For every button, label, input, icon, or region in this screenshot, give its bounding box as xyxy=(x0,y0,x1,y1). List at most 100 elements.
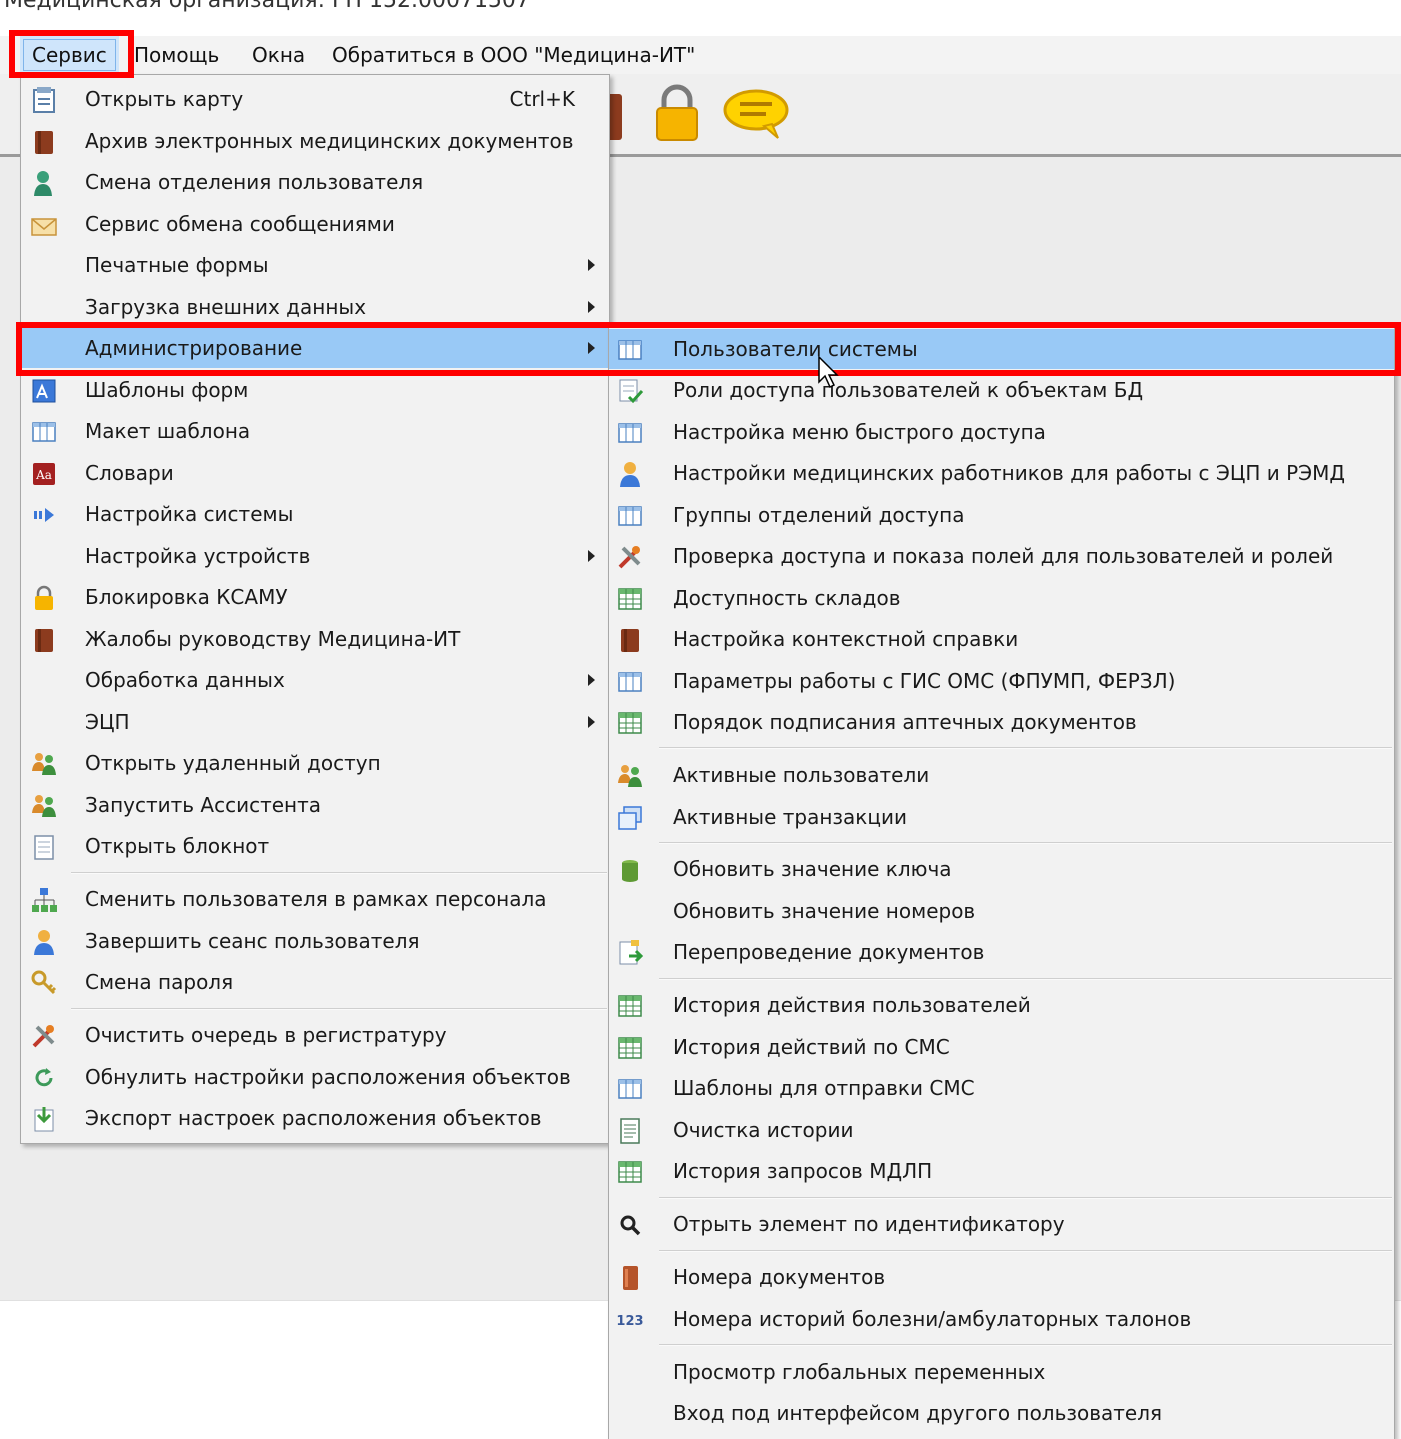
submenu-item-global-variables[interactable]: Просмотр глобальных переменных xyxy=(609,1352,1394,1392)
submenu-item-sms-history[interactable]: История действий по СМС xyxy=(609,1027,1394,1067)
menu-item-label: Экспорт настроек расположения объектов xyxy=(85,1106,542,1130)
menu-item-label: Архив электронных медицинских документов xyxy=(85,129,574,153)
menu-item-label: Обработка данных xyxy=(85,668,285,692)
grid-icon xyxy=(618,1079,642,1099)
shortcut-label: Ctrl+K xyxy=(509,87,575,111)
menu-item-label: Настройка контекстной справки xyxy=(673,627,1019,651)
menu-separator xyxy=(71,1008,607,1010)
menu-item-label: Сервис обмена сообщениями xyxy=(85,212,395,236)
menu-item-print-forms[interactable]: Печатные формы xyxy=(21,245,609,285)
menu-item-label: Печатные формы xyxy=(85,253,269,277)
service-menu: Открыть карту Ctrl+K Архив электронных м… xyxy=(20,74,610,1144)
lock-icon[interactable] xyxy=(652,82,702,144)
submenu-item-gis-oms[interactable]: Параметры работы с ГИС ОМС (ФПУМП, ФЕРЗЛ… xyxy=(609,661,1394,701)
submenu-item-context-help[interactable]: Настройка контекстной справки xyxy=(609,619,1394,659)
menu-item-switch-user[interactable]: Сменить пользователя в рамках персонала xyxy=(21,879,609,919)
menu-item-messaging[interactable]: Сервис обмена сообщениями xyxy=(21,204,609,244)
submenu-item-active-transactions[interactable]: Активные транзакции xyxy=(609,797,1394,837)
submenu-item-open-by-id[interactable]: Отрыть элемент по идентификатору xyxy=(609,1204,1394,1244)
book-icon xyxy=(35,629,53,652)
menu-item-label: Администрирование xyxy=(85,336,303,360)
menu-item-label: Шаблоны для отправки СМС xyxy=(673,1076,975,1100)
menu-item-change-password[interactable]: Смена пароля xyxy=(21,962,609,1002)
submenu-item-login-as-user[interactable]: Вход под интерфейсом другого пользовател… xyxy=(609,1393,1394,1433)
database-icon xyxy=(622,860,638,882)
user-icon xyxy=(34,171,52,196)
menu-item-data-processing[interactable]: Обработка данных xyxy=(21,660,609,700)
search-icon xyxy=(620,1215,641,1236)
settings-arrow-icon xyxy=(34,508,54,522)
submenu-item-system-users[interactable]: Пользователи системы xyxy=(609,329,1394,369)
menu-item-label: Смена пароля xyxy=(85,970,234,994)
submenu-item-department-groups[interactable]: Группы отделений доступа xyxy=(609,495,1394,535)
menu-bar: Сервис Помощь Окна Обратиться в ООО "Мед… xyxy=(0,36,1401,75)
tools-icon xyxy=(32,1025,55,1048)
menu-item-label: Открыть карту xyxy=(85,87,244,111)
menu-item-change-department[interactable]: Смена отделения пользователя xyxy=(21,162,609,202)
menu-item-template-layout[interactable]: Макет шаблона xyxy=(21,411,609,451)
menu-item-lock-ksamu[interactable]: Блокировка КСАМУ xyxy=(21,577,609,617)
menu-item-archive[interactable]: Архив электронных медицинских документов xyxy=(21,121,609,161)
menu-item-reset-layout[interactable]: Обнулить настройки расположения объектов xyxy=(21,1057,609,1097)
menu-service[interactable]: Сервис xyxy=(20,36,119,74)
submenu-arrow-icon xyxy=(588,301,595,313)
menu-item-label: История действия пользователей xyxy=(673,993,1031,1017)
menu-item-form-templates[interactable]: Шаблоны форм xyxy=(21,370,609,410)
submenu-item-history-numbers[interactable]: 123 Номера историй болезни/амбулаторных … xyxy=(609,1299,1394,1339)
submenu-item-medical-workers-ecp[interactable]: Настройки медицинских работников для раб… xyxy=(609,453,1394,493)
menu-item-dictionaries[interactable]: Aa Словари xyxy=(21,453,609,493)
submenu-item-access-check[interactable]: Проверка доступа и показа полей для поль… xyxy=(609,536,1394,576)
book-icon xyxy=(621,629,639,652)
menu-item-administration[interactable]: Администрирование xyxy=(21,328,609,368)
submenu-item-pharmacy-signing[interactable]: Порядок подписания аптечных документов xyxy=(609,702,1394,742)
submenu-item-quick-menu[interactable]: Настройка меню быстрого доступа xyxy=(609,412,1394,452)
menu-separator xyxy=(71,872,607,874)
submenu-item-update-key[interactable]: Обновить значение ключа xyxy=(609,849,1394,889)
menu-item-ecp[interactable]: ЭЦП xyxy=(21,702,609,742)
menu-item-remote-access[interactable]: Открыть удаленный доступ xyxy=(21,743,609,783)
menu-help[interactable]: Помощь xyxy=(122,36,231,74)
menu-item-system-settings[interactable]: Настройка системы xyxy=(21,494,609,534)
menu-item-open-card[interactable]: Открыть карту Ctrl+K xyxy=(21,79,609,119)
submenu-item-document-numbers[interactable]: Номера документов xyxy=(609,1257,1394,1297)
menu-item-label: Сменить пользователя в рамках персонала xyxy=(85,887,547,911)
tools-icon xyxy=(618,546,641,569)
submenu-arrow-icon xyxy=(588,674,595,686)
menu-item-label: Отрыть элемент по идентификатору xyxy=(673,1212,1065,1236)
lock-icon xyxy=(35,585,53,610)
menu-item-end-session[interactable]: Завершить сеанс пользователя xyxy=(21,921,609,961)
menu-item-label: Блокировка КСАМУ xyxy=(85,585,288,609)
menu-item-label: Шаблоны форм xyxy=(85,378,249,402)
dictionary-icon: Aa xyxy=(33,463,55,485)
menu-windows[interactable]: Окна xyxy=(240,36,317,74)
book-icon xyxy=(35,131,53,154)
submenu-item-warehouse-access[interactable]: Доступность складов xyxy=(609,578,1394,618)
menu-item-label: Настройка меню быстрого доступа xyxy=(673,420,1046,444)
menu-item-load-external[interactable]: Загрузка внешних данных xyxy=(21,287,609,327)
submenu-item-access-roles[interactable]: Роли доступа пользователей к объектам БД xyxy=(609,370,1394,410)
menu-item-label: ЭЦП xyxy=(85,710,130,734)
menu-item-assistant[interactable]: Запустить Ассистента xyxy=(21,785,609,825)
menu-separator xyxy=(659,1197,1392,1199)
menu-item-label: Завершить сеанс пользователя xyxy=(85,929,420,953)
open-card-icon xyxy=(33,87,55,113)
submenu-item-update-numbers[interactable]: Обновить значение номеров xyxy=(609,891,1394,931)
menu-item-export-layout[interactable]: Экспорт настроек расположения объектов xyxy=(21,1098,609,1138)
menu-item-label: Параметры работы с ГИС ОМС (ФПУМП, ФЕРЗЛ… xyxy=(673,669,1176,693)
submenu-item-sms-templates[interactable]: Шаблоны для отправки СМС xyxy=(609,1068,1394,1108)
menu-item-device-settings[interactable]: Настройка устройств xyxy=(21,536,609,576)
submenu-item-clear-history[interactable]: Очистка истории xyxy=(609,1110,1394,1150)
menu-item-notepad[interactable]: Открыть блокнот xyxy=(21,826,609,866)
form-templates-icon xyxy=(32,379,56,403)
submenu-item-user-history[interactable]: История действия пользователей xyxy=(609,985,1394,1025)
submenu-item-active-users[interactable]: Активные пользователи xyxy=(609,755,1394,795)
submenu-item-repost-documents[interactable]: Перепроведение документов xyxy=(609,932,1394,972)
menu-item-label: Обновить значение ключа xyxy=(673,857,952,881)
document-arrow-icon xyxy=(619,940,644,965)
menu-item-complaints[interactable]: Жалобы руководству Медицина-ИТ xyxy=(21,619,609,659)
menu-item-clear-queue[interactable]: Очистить очередь в регистратуру xyxy=(21,1015,609,1055)
menu-item-label: Просмотр глобальных переменных xyxy=(673,1360,1046,1384)
menu-contact[interactable]: Обратиться в ООО "Медицина-ИТ" xyxy=(320,36,707,74)
submenu-item-mdlp-history[interactable]: История запросов МДЛП xyxy=(609,1151,1394,1191)
chat-icon[interactable] xyxy=(722,88,792,140)
